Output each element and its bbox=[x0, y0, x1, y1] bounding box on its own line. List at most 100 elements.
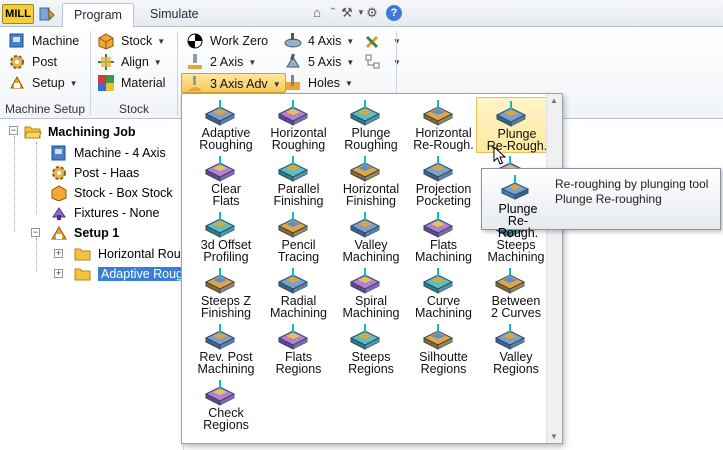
toolpath-plunge-re-rough[interactable]: Plunge Re-Rough. bbox=[476, 97, 548, 153]
tools-icon bbox=[365, 35, 379, 48]
tree-node-adaptive-roughing[interactable]: Adaptive Rough bbox=[74, 264, 193, 284]
toolpath-label-line2: Roughing bbox=[199, 138, 253, 152]
toolpath-plunge-roughing[interactable]: Plunge Roughing bbox=[331, 97, 403, 153]
chevron-down-icon: ▼ bbox=[346, 36, 355, 46]
toolpath-rev-post-machining[interactable]: Rev. Post Machining bbox=[186, 321, 258, 377]
toolpath-label-line2: Machining bbox=[342, 306, 400, 320]
toolpath-clear-flats[interactable]: Clear Flats bbox=[186, 153, 258, 209]
toolpath-horizontal-roughing[interactable]: Horizontal Roughing bbox=[259, 97, 331, 153]
4-axis-button[interactable]: 4 Axis ▼ bbox=[284, 31, 354, 51]
tab-simulate[interactable]: Simulate bbox=[138, 3, 211, 28]
toolpath-steeps-z-finishing[interactable]: Steeps Z Finishing bbox=[186, 265, 258, 321]
group-label-machine-setup: Machine Setup bbox=[4, 102, 86, 116]
tree-node-stock[interactable]: Stock - Box Stock bbox=[50, 183, 173, 203]
tree-node-machining-job[interactable]: Machining Job bbox=[24, 122, 136, 142]
fixtures-icon bbox=[52, 206, 66, 220]
toolpath-radial-machining[interactable]: Radial Machining bbox=[259, 265, 331, 321]
toolpath-valley-regions[interactable]: Valley Regions bbox=[476, 321, 548, 377]
job-tree-panel: − Machining Job Machine - 4 Axis Post - … bbox=[0, 119, 193, 450]
material-icon bbox=[98, 74, 114, 91]
toolpath-label-line2: Regions bbox=[275, 362, 322, 376]
tree-node-post[interactable]: Post - Haas bbox=[50, 163, 139, 183]
toolpath-horizontal-finishing[interactable]: Horizontal Finishing bbox=[331, 153, 403, 209]
ribbon-tab-bar: MILL Program Simulate ⌂ ˆ ⚒ ▼ ⚙ ? bbox=[0, 0, 723, 28]
5-axis-icon bbox=[286, 53, 300, 68]
4-axis-icon bbox=[284, 32, 302, 48]
toolpath-between-2-curves[interactable]: Between 2 Curves bbox=[476, 265, 548, 321]
toolpath-pencil-tracing[interactable]: Pencil Tracing bbox=[259, 209, 331, 265]
expand-toggle[interactable]: + bbox=[54, 249, 63, 258]
folder-icon bbox=[74, 248, 91, 261]
spiral-machining-icon bbox=[349, 268, 381, 294]
mill-app-button[interactable]: MILL bbox=[2, 4, 34, 24]
toolpath-silhoutte-regions[interactable]: Silhoutte Regions bbox=[404, 321, 476, 377]
post-button[interactable]: Post bbox=[8, 52, 57, 72]
holes-button[interactable]: Holes ▼ bbox=[284, 73, 353, 93]
toolpath-projection-pocketing[interactable]: Projection Pocketing bbox=[404, 153, 476, 209]
toolpath-label-line2: Regions bbox=[203, 418, 249, 432]
scroll-up-icon[interactable]: ▲ bbox=[550, 96, 558, 105]
horizontal-re-rough-icon bbox=[422, 100, 453, 126]
tab-program[interactable]: Program bbox=[62, 3, 134, 28]
machine-icon bbox=[51, 145, 66, 161]
group-label-stock: Stock bbox=[118, 102, 149, 116]
toolpath-label-line2: Machining bbox=[415, 306, 472, 320]
parallel-finishing-icon bbox=[277, 156, 308, 182]
valley-regions-icon bbox=[494, 324, 526, 350]
group-divider bbox=[177, 31, 178, 115]
adaptive-roughing-icon bbox=[204, 100, 236, 126]
help-icon[interactable]: ? bbox=[386, 5, 402, 21]
toolpath-flats-regions[interactable]: Flats Regions bbox=[259, 321, 331, 377]
home-icon[interactable]: ⌂ bbox=[309, 5, 325, 21]
clear-flats-icon bbox=[204, 156, 236, 182]
tree-node-setup[interactable]: Setup 1 bbox=[50, 223, 119, 243]
toolpath-check-regions[interactable]: Check Regions bbox=[186, 377, 258, 433]
toolpath-steeps-regions[interactable]: Steeps Regions bbox=[331, 321, 403, 377]
5-axis-button[interactable]: 5 Axis ▼ bbox=[284, 52, 354, 72]
3-axis-adv-button[interactable]: 3 Axis Adv ▼ bbox=[181, 73, 286, 93]
work-zero-icon bbox=[187, 33, 203, 49]
toolpath-label-line2: Regions bbox=[420, 362, 467, 376]
pencil-tracing-icon bbox=[277, 212, 308, 238]
toolpath-label-line2: Roughing bbox=[344, 138, 398, 152]
toolpath-valley-machining[interactable]: Valley Machining bbox=[331, 209, 403, 265]
tree-connector bbox=[14, 136, 15, 232]
setup-icon bbox=[51, 225, 67, 240]
toolpath-flats-machining[interactable]: Flats Machining bbox=[404, 209, 476, 265]
silhoutte-regions-icon bbox=[422, 324, 453, 350]
steeps-regions-icon bbox=[349, 324, 381, 350]
toolpath-adaptive-roughing[interactable]: Adaptive Roughing bbox=[186, 97, 258, 153]
toolpath-horizontal-re-rough[interactable]: Horizontal Re-Rough. bbox=[404, 97, 476, 153]
plunge-re-rough-tooltip: Plunge Re-Rough. Re-roughing by plunging… bbox=[481, 168, 721, 239]
stock-box-icon bbox=[51, 185, 67, 201]
scroll-down-icon[interactable]: ▼ bbox=[550, 432, 558, 441]
quick-access-icon[interactable] bbox=[38, 5, 56, 23]
chevron-down-icon: ▼ bbox=[344, 78, 353, 88]
toolpath-label-line2: Machining bbox=[197, 362, 255, 376]
dropdown-scrollbar[interactable]: ▲ ▼ bbox=[546, 94, 562, 443]
toolpath-curve-machining[interactable]: Curve Machining bbox=[404, 265, 476, 321]
expand-toggle[interactable]: + bbox=[54, 269, 63, 278]
toolpath-parallel-finishing[interactable]: Parallel Finishing bbox=[259, 153, 331, 209]
tree-node-horizontal-roughing[interactable]: Horizontal Roug bbox=[74, 244, 188, 264]
plunge-re-rough-icon bbox=[500, 175, 530, 200]
align-button[interactable]: Align ▼ bbox=[97, 52, 162, 72]
chevron-down-icon: ▼ bbox=[272, 79, 281, 89]
collapse-toggle[interactable]: − bbox=[9, 126, 18, 135]
tooltip-description: Re-roughing by plunging tool bbox=[555, 177, 709, 191]
stock-button[interactable]: Stock ▼ bbox=[97, 31, 165, 51]
toolpath-spiral-machining[interactable]: Spiral Machining bbox=[331, 265, 403, 321]
material-button[interactable]: Material bbox=[97, 73, 165, 93]
setup-button[interactable]: Setup ▼ bbox=[8, 73, 78, 93]
collapse-toggle[interactable]: − bbox=[31, 228, 40, 237]
toolpath-3d-offset-profiling[interactable]: 3d Offset Profiling bbox=[186, 209, 258, 265]
align-icon bbox=[98, 53, 114, 70]
tree-node-machine[interactable]: Machine - 4 Axis bbox=[50, 143, 166, 163]
tree-node-fixtures[interactable]: Fixtures - None bbox=[50, 203, 159, 223]
rev-post-machining-icon bbox=[204, 324, 236, 350]
work-zero-button[interactable]: Work Zero bbox=[186, 31, 268, 51]
2-axis-button[interactable]: 2 Axis ▼ bbox=[186, 52, 256, 72]
gear-icon[interactable]: ⚙ bbox=[364, 5, 380, 21]
machine-button[interactable]: Machine bbox=[8, 31, 79, 51]
3d-offset-profiling-icon bbox=[204, 212, 236, 238]
